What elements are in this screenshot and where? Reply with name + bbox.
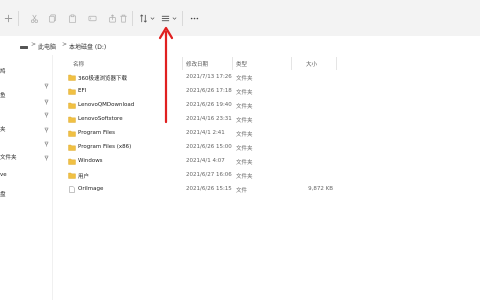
folder-icon bbox=[68, 144, 76, 151]
pin-icon[interactable] bbox=[44, 99, 49, 105]
file-name: 用户 bbox=[78, 174, 90, 180]
column-divider[interactable] bbox=[291, 57, 292, 70]
file-row[interactable]: 用户 2021/6/27 16:06 文件夹 bbox=[65, 171, 345, 181]
file-type: 文件夹 bbox=[236, 146, 253, 152]
file-type: 文件夹 bbox=[236, 174, 253, 180]
nav-item-label[interactable]: 鱼 bbox=[0, 91, 6, 99]
file-date: 2021/6/26 19:40 bbox=[186, 102, 232, 108]
file-row[interactable]: EFI 2021/6/26 17:18 文件夹 bbox=[65, 87, 345, 97]
copy-icon[interactable] bbox=[48, 14, 57, 23]
breadcrumb-local-disk-d[interactable]: 本地磁盘 (D:) bbox=[69, 42, 106, 51]
column-header-size[interactable]: 大小 bbox=[306, 60, 317, 68]
folder-icon bbox=[68, 158, 76, 165]
navigation-pane: 鸠 鱼 夹 文件夹 ve 盘 bbox=[0, 55, 52, 300]
breadcrumb-this-pc[interactable]: 此电脑 bbox=[38, 42, 56, 51]
file-name: OriImage bbox=[78, 186, 104, 192]
column-divider[interactable] bbox=[336, 57, 337, 70]
folder-icon bbox=[68, 116, 76, 123]
file-date: 2021/7/13 17:26 bbox=[186, 74, 232, 80]
file-date: 2021/4/1 4:07 bbox=[186, 158, 225, 164]
file-type: 文件夹 bbox=[236, 76, 253, 82]
file-date: 2021/6/27 16:06 bbox=[186, 172, 232, 178]
file-row[interactable]: LenovoSoftstore 2021/4/16 23:31 文件夹 bbox=[65, 115, 345, 125]
file-type: 文件夹 bbox=[236, 160, 253, 166]
file-row[interactable]: Program Files 2021/4/1 2:41 文件夹 bbox=[65, 129, 345, 139]
file-type: 文件夹 bbox=[236, 132, 253, 138]
file-date: 2021/4/1 2:41 bbox=[186, 130, 225, 136]
cut-icon[interactable] bbox=[30, 14, 39, 23]
file-name: 360极速浏览器下载 bbox=[78, 76, 127, 82]
file-row[interactable]: OriImage 2021/6/26 15:15 文件 9,872 KB bbox=[65, 185, 345, 195]
toolbar-separator bbox=[18, 11, 19, 26]
pin-icon[interactable] bbox=[44, 83, 49, 89]
toolbar-separator bbox=[132, 11, 133, 26]
column-header-name[interactable]: 名称 bbox=[73, 60, 84, 68]
breadcrumb-separator: > bbox=[31, 41, 37, 48]
share-icon[interactable] bbox=[108, 14, 117, 23]
nav-item-label[interactable]: 鸠 bbox=[0, 67, 6, 75]
file-type: 文件夹 bbox=[236, 104, 253, 110]
file-name: LenovoSoftstore bbox=[78, 116, 123, 122]
file-name: Windows bbox=[78, 158, 103, 164]
nav-item-label[interactable]: 夹 bbox=[0, 125, 6, 133]
view-chevron-down-icon[interactable] bbox=[172, 16, 177, 21]
column-divider[interactable] bbox=[182, 57, 183, 70]
column-divider[interactable] bbox=[232, 57, 233, 70]
file-name: Program Files bbox=[78, 130, 116, 136]
file-row[interactable]: Program Files (x86) 2021/6/26 15:00 文件夹 bbox=[65, 143, 345, 153]
drive-icon bbox=[20, 44, 28, 49]
sort-icon[interactable] bbox=[139, 14, 148, 23]
file-date: 2021/4/16 23:31 bbox=[186, 116, 232, 122]
nav-item-label[interactable]: 文件夹 bbox=[0, 153, 17, 161]
file-row[interactable]: 360极速浏览器下载 2021/7/13 17:26 文件夹 bbox=[65, 73, 345, 83]
delete-icon[interactable] bbox=[119, 14, 128, 23]
paste-icon[interactable] bbox=[68, 14, 77, 23]
file-type: 文件夹 bbox=[236, 90, 253, 96]
view-layout-icon[interactable] bbox=[161, 14, 170, 23]
pin-icon[interactable] bbox=[44, 127, 49, 133]
folder-icon bbox=[68, 102, 76, 109]
file-type: 文件夹 bbox=[236, 118, 253, 124]
file-icon bbox=[68, 186, 76, 193]
file-name: LenovoQMDownload bbox=[78, 102, 135, 108]
file-row[interactable]: LenovoQMDownload 2021/6/26 19:40 文件夹 bbox=[65, 101, 345, 111]
folder-icon bbox=[68, 130, 76, 137]
address-bar[interactable]: > 此电脑 > 本地磁盘 (D:) bbox=[0, 36, 480, 56]
pin-icon[interactable] bbox=[44, 155, 49, 161]
folder-icon bbox=[68, 88, 76, 95]
breadcrumb-separator: > bbox=[62, 41, 68, 48]
column-header-type[interactable]: 类型 bbox=[236, 60, 247, 68]
pin-icon[interactable] bbox=[44, 112, 49, 118]
column-header-date[interactable]: 修改日期 bbox=[186, 60, 208, 68]
nav-item-label[interactable]: ve bbox=[0, 172, 7, 178]
file-list-pane: 名称 修改日期 类型 大小 360极速浏览器下载 2021/7/13 17:26… bbox=[52, 55, 480, 300]
file-size: 9,872 KB bbox=[308, 186, 333, 192]
file-name: Program Files (x86) bbox=[78, 144, 132, 150]
file-type: 文件 bbox=[236, 188, 248, 194]
file-row[interactable]: Windows 2021/4/1 4:07 文件夹 bbox=[65, 157, 345, 167]
file-date: 2021/6/26 17:18 bbox=[186, 88, 232, 94]
sort-chevron-down-icon[interactable] bbox=[150, 16, 155, 21]
command-bar bbox=[0, 0, 480, 37]
new-dropdown-icon[interactable] bbox=[4, 14, 13, 23]
folder-icon bbox=[68, 172, 76, 179]
annotation-arrow bbox=[158, 26, 174, 124]
more-options-icon[interactable] bbox=[190, 14, 199, 23]
file-name: EFI bbox=[78, 88, 87, 94]
file-date: 2021/6/26 15:00 bbox=[186, 144, 232, 150]
toolbar-separator bbox=[182, 11, 183, 26]
nav-item-label[interactable]: 盘 bbox=[0, 190, 6, 198]
folder-icon bbox=[68, 74, 76, 81]
pin-icon[interactable] bbox=[44, 141, 49, 147]
rename-icon[interactable] bbox=[88, 14, 97, 23]
file-date: 2021/6/26 15:15 bbox=[186, 186, 232, 192]
